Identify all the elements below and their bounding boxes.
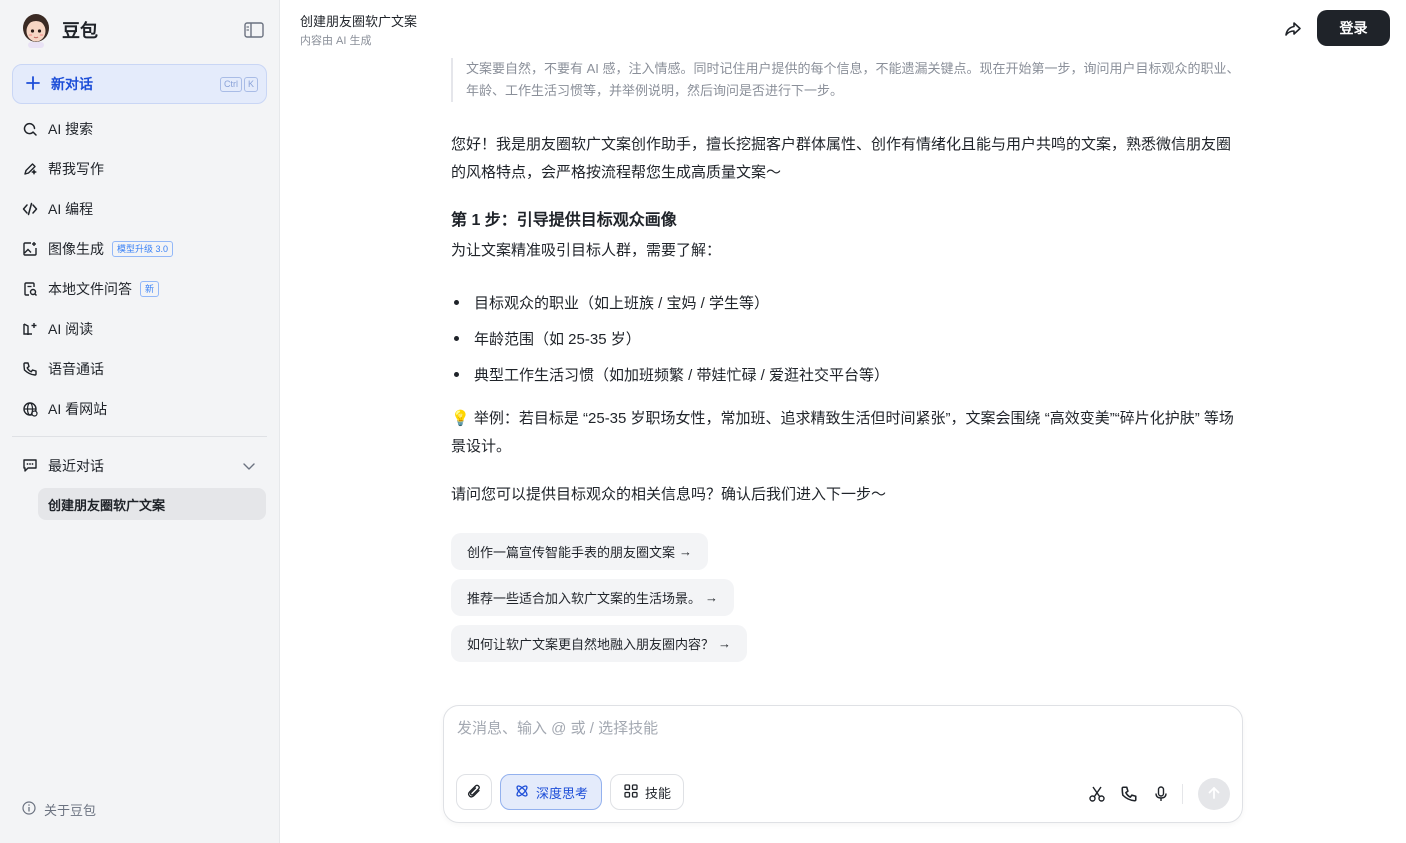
info-icon [22, 801, 36, 818]
arrow-right-icon: → [679, 544, 693, 559]
sidebar-item-label: AI 搜索 [48, 121, 94, 137]
skills-label: 技能 [644, 785, 671, 801]
sidebar-item-ai-search[interactable]: AI 搜索 [12, 109, 267, 149]
arrow-up-icon [1206, 785, 1222, 804]
list-item-text: 典型工作生活习惯（如加班频繁 / 带娃忙碌 / 爱逛社交平台等） [474, 366, 890, 384]
bullet-dot [454, 299, 459, 305]
sidebar-item-writing[interactable]: 帮我写作 [12, 149, 267, 189]
follow-up-question: 请问您可以提供目标观众的相关信息吗？确认后我们进入下一步～ [451, 486, 887, 503]
sidebar: 豆包 新对话 Ctrl K AI 搜索 帮我写作 AI 编程 图像生成 模型升级… [0, 0, 280, 843]
list-item-text: 目标观众的职业（如上班族 / 宝妈 / 学生等） [474, 294, 770, 312]
shortcut-key: K [243, 77, 258, 92]
attach-button[interactable] [456, 774, 492, 810]
sidebar-item-ai-reading[interactable]: AI 阅读 [12, 309, 267, 349]
suggestion-chip[interactable]: 创作一篇宣传智能手表的朋友圈文案 → [451, 533, 709, 570]
search-icon [22, 121, 38, 137]
suggestion-chip[interactable]: 如何让软广文案更自然地融入朋友圈内容？ → [451, 625, 748, 662]
user-prompt-quote: 文案要自然，不要有 AI 感，注入情感。同时记住用户提供的每个信息，不能遗漏关键… [451, 58, 1241, 102]
list-item: 典型工作生活习惯（如加班频繁 / 带娃忙碌 / 爱逛社交平台等） [451, 356, 1241, 392]
doubao-avatar-icon [20, 12, 52, 48]
brand[interactable]: 豆包 [20, 12, 98, 48]
suggestion-text: 如何让软广文案更自然地融入朋友圈内容？ [467, 637, 715, 652]
atom-icon [514, 783, 530, 802]
pen-icon [22, 161, 38, 177]
send-button[interactable] [1198, 778, 1230, 810]
read-icon [22, 321, 38, 337]
example-paragraph: 💡 举例：若目标是 “25-35 岁职场女性，常加班、追求精致生活但时间紧张”，… [451, 410, 1234, 455]
phone-call-icon[interactable] [1119, 784, 1139, 804]
sidebar-item-coding[interactable]: AI 编程 [12, 189, 267, 229]
login-button[interactable]: 登录 [1317, 10, 1390, 46]
new-badge: 新 [140, 281, 160, 297]
audience-bullet-list: 目标观众的职业（如上班族 / 宝妈 / 学生等） 年龄范围（如 25-35 岁）… [451, 284, 1241, 392]
message-composer: 深度思考 技能 [443, 705, 1243, 823]
suggestion-text: 创作一篇宣传智能手表的朋友圈文案 [467, 545, 676, 560]
paperclip-icon [466, 783, 482, 802]
phone-icon [22, 361, 38, 377]
sidebar-item-label: AI 阅读 [48, 321, 94, 337]
share-icon[interactable] [1282, 18, 1304, 40]
list-item-text: 年龄范围（如 25-35 岁） [474, 330, 641, 348]
about-link[interactable]: 关于豆包 [22, 800, 96, 819]
chevron-down-icon [241, 458, 257, 477]
grid-icon [623, 783, 639, 802]
sidebar-item-label: AI 编程 [48, 201, 94, 217]
new-chat-button[interactable]: 新对话 Ctrl K [12, 64, 267, 104]
suggestion-text: 推荐一些适合加入软广文案的生活场景。 [467, 591, 702, 606]
about-label: 关于豆包 [44, 803, 97, 818]
bullet-dot [454, 335, 459, 341]
recent-chats-label: 最近对话 [48, 458, 104, 474]
deep-think-label: 深度思考 [535, 785, 588, 801]
arrow-right-icon: → [718, 636, 732, 651]
composer-divider [1182, 784, 1183, 804]
sidebar-item-local-file-qa[interactable]: 本地文件问答 新 [12, 269, 267, 309]
sidebar-item-voice-call[interactable]: 语音通话 [12, 349, 267, 389]
suggestion-chip[interactable]: 推荐一些适合加入软广文案的生活场景。 → [451, 579, 735, 616]
ai-generated-note: 内容由 AI 生成 [300, 35, 372, 47]
sidebar-item-label: 图像生成 [48, 241, 104, 257]
recent-chat-item[interactable]: 创建朋友圈软广文案 [38, 488, 266, 520]
plus-icon [25, 75, 41, 94]
sidebar-divider [12, 436, 267, 437]
scissors-icon[interactable] [1087, 784, 1107, 804]
list-item: 目标观众的职业（如上班族 / 宝妈 / 学生等） [451, 284, 1241, 320]
new-chat-shortcut: Ctrl K [219, 77, 258, 92]
brand-name: 豆包 [62, 21, 98, 41]
sidebar-item-ai-browse[interactable]: AI 看网站 [12, 389, 267, 429]
sidebar-item-image-gen[interactable]: 图像生成 模型升级 3.0 [12, 229, 267, 269]
chat-bubble-icon [22, 457, 38, 476]
new-chat-label: 新对话 [51, 76, 93, 92]
sidebar-nav: AI 搜索 帮我写作 AI 编程 图像生成 模型升级 3.0 本地文件问答 新 … [12, 109, 267, 429]
globe-icon [22, 401, 38, 417]
deep-think-toggle[interactable]: 深度思考 [500, 774, 602, 810]
sidebar-toggle-icon[interactable] [244, 21, 264, 39]
model-upgrade-badge: 模型升级 3.0 [112, 241, 174, 257]
skills-button[interactable]: 技能 [610, 774, 684, 810]
recent-chats-toggle[interactable]: 最近对话 [12, 448, 267, 484]
sidebar-item-label: AI 看网站 [48, 401, 108, 417]
sidebar-item-label: 帮我写作 [48, 161, 104, 177]
bullet-dot [454, 371, 459, 377]
step-lead: 为让文案精准吸引目标人群，需要了解： [451, 242, 722, 259]
step-heading: 第 1 步：引导提供目标观众画像 [451, 212, 677, 229]
file-icon [22, 281, 38, 297]
microphone-icon[interactable] [1151, 784, 1171, 804]
arrow-right-icon: → [705, 590, 719, 605]
sidebar-item-label: 本地文件问答 [48, 281, 132, 297]
message-input[interactable] [457, 720, 1217, 737]
image-icon [22, 241, 38, 257]
conversation-title: 创建朋友圈软广文案 [300, 14, 418, 29]
assistant-intro: 您好！我是朋友圈软广文案创作助手，擅长挖掘客户群体属性、创作有情绪化且能与用户共… [451, 136, 1232, 181]
list-item: 年龄范围（如 25-35 岁） [451, 320, 1241, 356]
code-icon [22, 201, 38, 217]
sidebar-item-label: 语音通话 [48, 361, 104, 377]
shortcut-key: Ctrl [219, 77, 242, 92]
